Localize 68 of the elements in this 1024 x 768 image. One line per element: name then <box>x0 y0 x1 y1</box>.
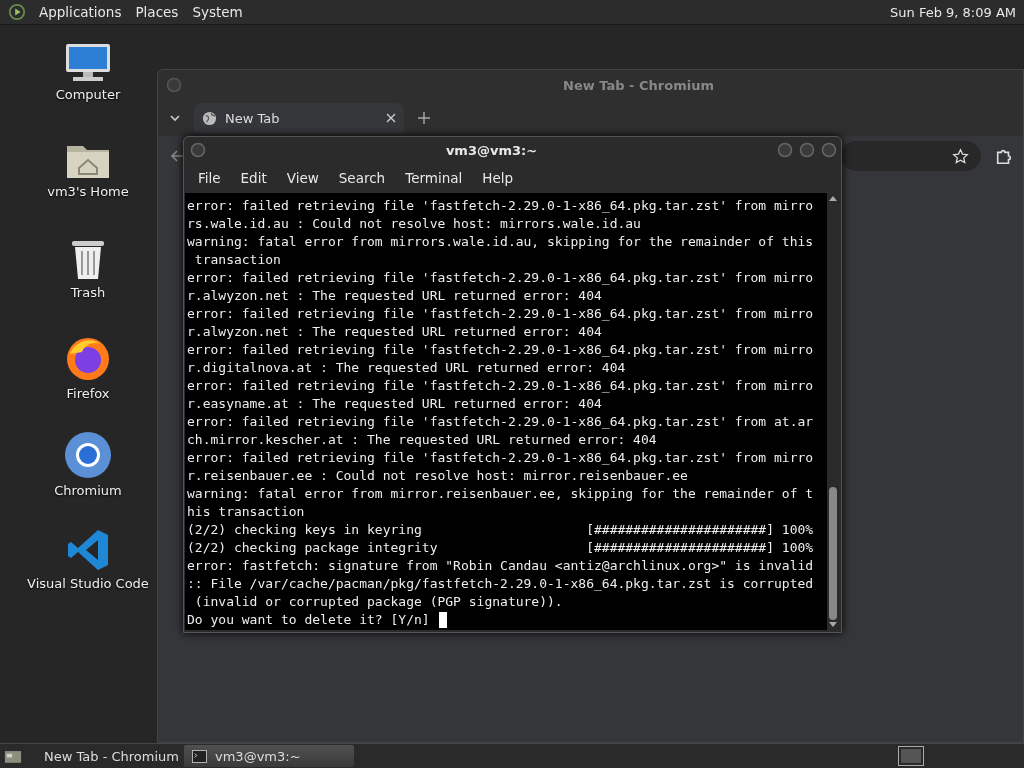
clock[interactable]: Sun Feb 9, 8:09 AM <box>890 4 1016 20</box>
close-tab-icon[interactable] <box>386 113 396 123</box>
desktop-icon-label[interactable]: Firefox <box>66 386 110 401</box>
terminal-line: r.alwyzon.net : The requested URL returned error: 404 <box>187 323 602 341</box>
menu-item[interactable]: Edit <box>230 170 277 186</box>
chromium-icon[interactable] <box>64 431 112 479</box>
show-desktop-icon[interactable] <box>4 748 22 764</box>
terminal-line: r.alwyzon.net : The requested URL returned error: 404 <box>187 287 602 305</box>
close-icon[interactable] <box>821 142 837 158</box>
minimize-icon[interactable] <box>777 142 793 158</box>
terminal-line: Do you want to delete it? [Y/n] <box>187 611 431 629</box>
terminal-line: :: File /var/cache/pacman/pkg/fastfetch-2.29.0-1-x86_64.pkg.tar.zst is corrupted <box>187 575 814 593</box>
panel-menu[interactable]: System <box>185 4 250 20</box>
menu-item[interactable]: Help <box>472 170 524 186</box>
terminal-line: transaction <box>193 251 281 269</box>
terminal-icon <box>192 749 207 763</box>
terminal-line: error: failed retrieving file 'fastfetch-2.29.0-1-x86_64.pkg.tar.zst' from mirro <box>187 305 814 323</box>
terminal-line: error: failed retrieving file 'fastfetch-2.29.0-1-x86_64.pkg.tar.zst' from mirro <box>187 197 814 215</box>
globe-icon <box>202 110 217 126</box>
window-title: New Tab - Chromium <box>562 77 715 93</box>
text-cursor <box>439 612 448 628</box>
desktop-icon-label[interactable]: Chromium <box>54 483 122 498</box>
desktop-icon-label[interactable]: Visual Studio Code <box>27 576 149 591</box>
menu-item[interactable]: View <box>276 170 329 186</box>
scroll-down-icon[interactable] <box>829 622 837 628</box>
desktop-icon-label[interactable]: Trash <box>70 285 106 300</box>
terminal-line: r.digitalnova.at : The requested URL returned error: 404 <box>187 359 626 377</box>
menu-item[interactable]: Terminal <box>395 170 473 186</box>
code-editor-icon[interactable] <box>66 528 110 572</box>
play-logo-icon[interactable] <box>8 3 26 21</box>
puzzle-icon[interactable] <box>995 147 1013 165</box>
terminal-line: error: failed retrieving file 'fastfetch-2.29.0-1-x86_64.pkg.tar.zst' from mirro <box>187 449 814 467</box>
terminal-line: error: fastfetch: signature from "Robin Candau <antiz@archlinux.org>" is invalid <box>187 557 814 575</box>
terminal-line: error: failed retrieving file 'fastfetch-2.29.0-1-x86_64.pkg.tar.zst' from at.ar <box>187 413 814 431</box>
browser-tab[interactable]: New Tab <box>194 103 404 133</box>
panel-menu[interactable]: Applications <box>32 4 129 20</box>
desktop-icon-label[interactable]: Computer <box>55 87 121 102</box>
back-arrow-icon[interactable] <box>170 149 184 163</box>
scroll-up-icon[interactable] <box>829 195 837 201</box>
terminal-line: (invalid or corrupted package (PGP signature)). <box>193 593 563 611</box>
terminal-line: rs.wale.id.au : Could not resolve host: mirrors.wale.id.au <box>187 215 641 233</box>
window-menu-icon[interactable] <box>190 142 206 158</box>
scrollbar-thumb[interactable] <box>829 486 837 620</box>
computer-icon[interactable] <box>63 43 113 83</box>
menu-item[interactable]: Search <box>328 170 396 186</box>
terminal-line: r.easyname.at : The requested URL returned error: 404 <box>187 395 602 413</box>
chevron-down-icon[interactable] <box>170 113 180 123</box>
terminal-line: error: failed retrieving file 'fastfetch-2.29.0-1-x86_64.pkg.tar.zst' from mirro <box>187 377 814 395</box>
terminal-line: (2/2) checking keys in keyring [######################] 100% <box>187 521 814 539</box>
terminal-line: error: failed retrieving file 'fastfetch-2.29.0-1-x86_64.pkg.tar.zst' from mirro <box>187 269 814 287</box>
terminal-line: his transaction <box>187 503 305 521</box>
maximize-icon[interactable] <box>799 142 815 158</box>
scrollbar[interactable] <box>827 193 839 630</box>
window-title: vm3@vm3:~ <box>444 142 539 158</box>
desktop-icon-label[interactable]: vm3's Home <box>47 184 129 199</box>
taskbar-button[interactable]: vm3@vm3:~ <box>184 745 354 767</box>
terminal-line: error: failed retrieving file 'fastfetch-2.29.0-1-x86_64.pkg.tar.zst' from mirro <box>187 341 814 359</box>
menu-item[interactable]: File <box>188 170 231 186</box>
taskbar-button[interactable]: New Tab - Chromium <box>28 745 178 767</box>
terminal-line: r.reisenbauer.ee : Could not resolve host: mirror.reisenbauer.ee <box>187 467 688 485</box>
workspace-switcher[interactable] <box>898 746 924 766</box>
new-tab-icon[interactable] <box>418 112 430 124</box>
terminal-line: ch.mirror.kescher.at : The requested URL returned error: 404 <box>187 431 657 449</box>
terminal-line: warning: fatal error from mirrors.wale.id.au, skipping for the remainder of this <box>187 233 814 251</box>
panel-menu[interactable]: Places <box>128 4 186 20</box>
terminal-line: warning: fatal error from mirror.reisenbauer.ee, skipping for the remainder of t <box>187 485 814 503</box>
terminal-line: (2/2) checking package integrity [######################] 100% <box>187 539 814 557</box>
star-icon[interactable] <box>952 147 969 165</box>
